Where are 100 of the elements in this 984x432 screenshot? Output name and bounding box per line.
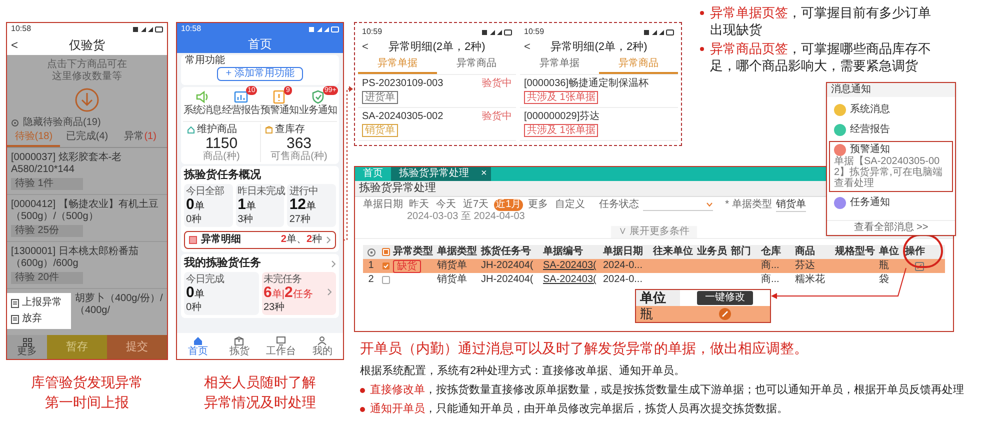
abnormal-detail-row[interactable]: 异常明细 2单、2种 <box>184 231 336 249</box>
notification-item[interactable]: 任务通知 <box>829 194 953 212</box>
box-icon <box>234 336 244 346</box>
table-cell[interactable]: SA-202403( <box>543 274 603 286</box>
notification-item[interactable]: 经营报告 <box>829 121 953 139</box>
status-icons-drawing <box>644 28 674 36</box>
stat-unit: 可售商品(种) <box>270 151 328 162</box>
shield-icon <box>310 89 326 105</box>
product-name: [0000037] 炫彩胶套本-老A580/210*144 <box>11 152 123 176</box>
table-cell-text: 2024-0... <box>603 274 644 286</box>
item-title: [000000029]芬达 <box>524 111 600 123</box>
column-header: 商品 <box>795 246 816 258</box>
column-header: 操作 <box>905 246 926 258</box>
stat-unit: 商品(种) <box>203 151 240 162</box>
task-count: 0单 <box>186 198 204 214</box>
table-cell-text: 2024-0... <box>603 260 644 272</box>
nav-tab[interactable]: 我的 <box>302 333 343 359</box>
column-header: 业务员 <box>697 246 728 258</box>
chevron-right-icon <box>327 288 332 296</box>
table-cell[interactable]: SA-202403( <box>543 260 603 272</box>
menu-item[interactable]: 放弃 <box>7 313 71 325</box>
menu-item[interactable]: 上报异常 <box>7 297 71 309</box>
notification-title: 经营报告 <box>850 124 890 136</box>
document-icon <box>11 314 19 324</box>
person-icon <box>317 336 328 346</box>
date-option[interactable]: 今天 <box>434 199 458 211</box>
view-all-link[interactable]: 查看全部消息 >> <box>827 220 955 235</box>
stat-label[interactable]: 维护商品 <box>197 124 237 136</box>
date-option[interactable]: 更多 <box>526 199 550 211</box>
tab[interactable]: 拣验货异常处理 <box>391 167 477 181</box>
status-icons-drawing <box>482 28 512 36</box>
notification-item[interactable]: 系统消息 <box>829 101 953 119</box>
tab[interactable]: 已完成(4) <box>60 129 114 147</box>
notification-item[interactable]: 预警通知 单据【SA-20240305-002】拣货异常,可在电脑端查看处理 <box>829 141 953 192</box>
checkbox[interactable] <box>382 262 390 270</box>
nav-tab[interactable]: 拣货 <box>218 333 260 359</box>
table-cell-text: JH-202404( <box>481 260 534 272</box>
tag: 共涉及 1张单据 <box>524 124 598 137</box>
column-header: 部门 <box>731 246 752 258</box>
eye-icon <box>11 119 19 127</box>
column-header: 规格型号 <box>835 246 876 258</box>
product-name: 胡萝卜（400g/份）/（400g/ <box>74 293 164 317</box>
caption: 库管验货发现异常第一时间上报 <box>31 373 143 412</box>
tag: 销货单 <box>362 124 398 137</box>
nav-tab[interactable]: 首页 <box>177 333 218 359</box>
stat-value: 1150 <box>205 136 238 151</box>
box-icon <box>265 126 273 134</box>
task-count: 6单|2任务 <box>264 286 313 302</box>
close-button[interactable]: × <box>477 167 491 181</box>
checkbox[interactable] <box>382 276 390 284</box>
type-select[interactable]: 销货单 <box>776 199 806 212</box>
table-cell-text: 瓶 <box>879 260 890 272</box>
tab[interactable]: 异常(1) <box>114 129 167 147</box>
notification-text: 单据【SA-20240305-002】拣货异常,可在电脑端查看处理 <box>834 156 944 189</box>
checkbox-icon <box>382 248 390 256</box>
tab[interactable]: 异常单据 <box>520 56 599 74</box>
edit-icon[interactable] <box>719 308 731 320</box>
table-cell-text: 销货单 <box>437 274 468 286</box>
edit-icon[interactable] <box>914 262 924 270</box>
stat-label[interactable]: 查库存 <box>275 124 305 136</box>
intro-text: 根据系统配置，系统有2种处理方式：直接修改单据、通知开单员。 <box>360 364 686 379</box>
stat-label: 未完任务 <box>264 274 302 286</box>
date-option[interactable]: 昨天 <box>407 199 431 211</box>
status-icons-drawing <box>133 26 163 32</box>
note-text: 异常单据页签，可掌握目前有多少订单出现缺货 <box>710 4 932 38</box>
back-button[interactable]: < <box>362 38 372 56</box>
back-button[interactable]: < <box>524 38 534 56</box>
shortcut-button[interactable]: 系统消息 <box>183 89 222 117</box>
add-function-button[interactable]: + 添加常用功能 <box>216 67 304 81</box>
date-option[interactable]: 近7天 <box>461 199 491 211</box>
kind-count: 27种 <box>289 214 312 225</box>
expand-filters-button[interactable]: ∨ 展开更多条件 <box>610 226 698 238</box>
grid-icon <box>22 338 32 346</box>
stat-label: 今日完成 <box>186 274 225 286</box>
kind-count: 23种 <box>264 302 286 313</box>
date-option[interactable]: 自定义 <box>553 199 588 211</box>
back-button[interactable]: < <box>11 36 25 54</box>
chevron-right-icon <box>326 236 331 244</box>
kind-count: 0种 <box>186 302 203 313</box>
page-title: 异常明细(2单，2种) <box>388 40 486 55</box>
notification-title: 系统消息 <box>850 104 890 116</box>
item-title: SA-20240305-002 <box>362 111 444 123</box>
filter-label: 单据日期 <box>363 199 403 211</box>
abnormal-count: 2单、2种 <box>280 234 322 246</box>
nav-tab[interactable]: 工作台 <box>260 333 302 359</box>
status-time: 10:59 <box>524 28 544 36</box>
stat-label: 昨日未完成 <box>238 186 282 198</box>
document-icon <box>11 298 19 308</box>
notification-title: 预警通知 <box>850 144 890 156</box>
hidden-items-toggle[interactable]: 隐藏待验商品(19) <box>23 117 101 129</box>
task-count: 1单 <box>238 198 256 214</box>
caption: 相关人员随时了解异常情况及时处理 <box>204 373 316 412</box>
table-row[interactable]: 1 缺货 销货单 JH-202404( SA-202403( 2024-0... 商... 芬达 瓶 <box>363 259 945 273</box>
chevron-down-icon <box>706 202 714 207</box>
kind-count: 3种 <box>238 214 254 225</box>
tab[interactable]: 异常商品 <box>437 56 516 74</box>
quantity-tag: 待验 1件 <box>11 178 83 190</box>
status-time: 10:58 <box>181 25 202 33</box>
filter-label: * 单据类型 <box>725 199 772 211</box>
page-title: 仅验货 <box>68 37 106 54</box>
